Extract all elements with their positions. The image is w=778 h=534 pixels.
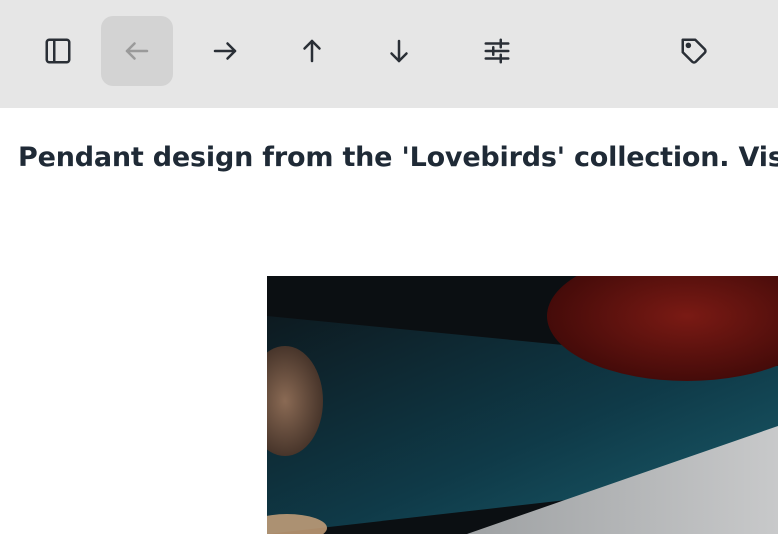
arrow-up-icon: [303, 39, 321, 63]
sliders-icon: [484, 38, 510, 64]
filters-button[interactable]: [461, 16, 533, 86]
product-photo-image: [267, 276, 778, 534]
tag-button[interactable]: [658, 16, 730, 86]
tag-icon: [681, 38, 707, 64]
sidebar-icon: [45, 38, 71, 64]
forward-button[interactable]: [189, 16, 261, 86]
arrow-down-icon: [390, 39, 408, 63]
product-photo[interactable]: [267, 276, 778, 534]
arrow-left-icon: [125, 42, 149, 60]
sidebar-toggle-button[interactable]: [22, 16, 94, 86]
back-button[interactable]: [101, 16, 173, 86]
move-down-button[interactable]: [363, 16, 435, 86]
photo-caption: Pendant design from the 'Lovebirds' coll…: [18, 142, 778, 173]
toolbar: [0, 0, 778, 108]
move-up-button[interactable]: [276, 16, 348, 86]
arrow-right-icon: [213, 42, 237, 60]
